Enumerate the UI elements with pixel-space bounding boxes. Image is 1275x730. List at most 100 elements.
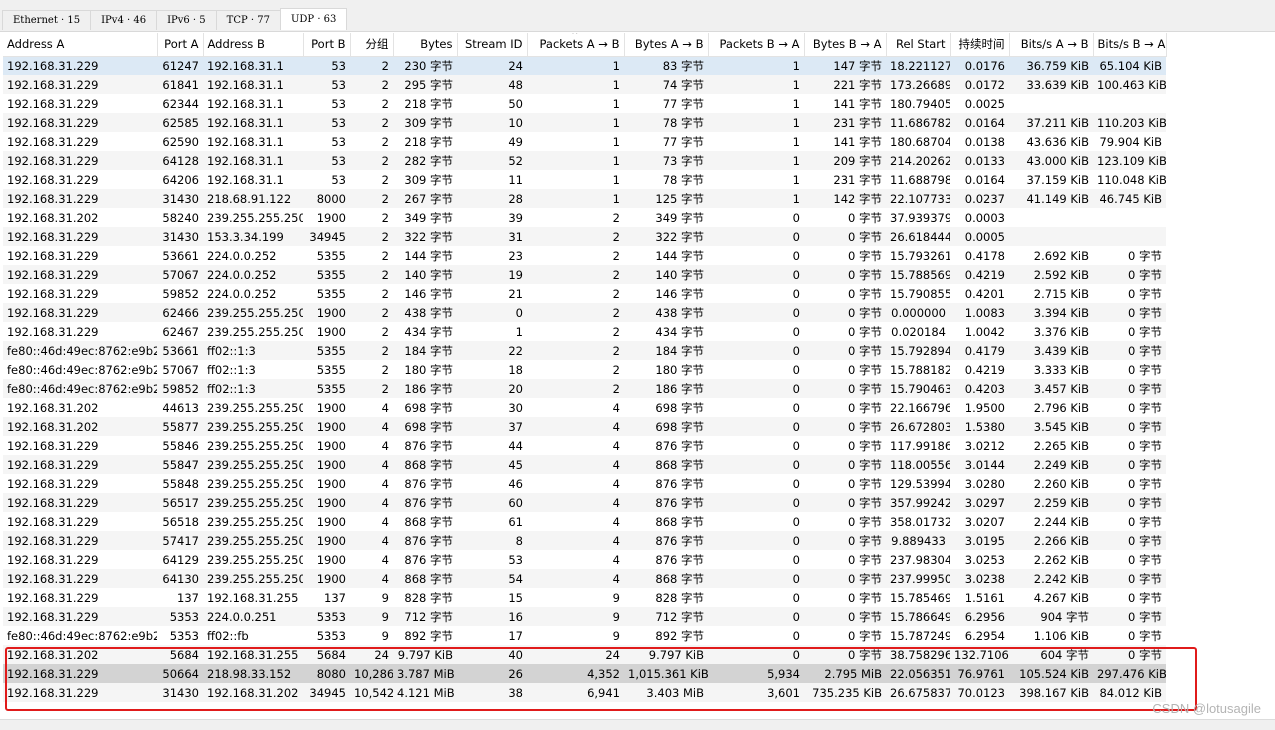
cell-bytes-b-to-a: 0 字节 — [804, 645, 886, 664]
column-header-bytes-a-to-b[interactable]: Bytes A → B — [624, 33, 709, 57]
table-row[interactable]: fe80::46d:49ec:8762:e9b2 53661 ff02::1:3 53… — [3, 341, 1166, 360]
cell-packets-a-to-b: 9 — [527, 607, 624, 626]
table-row[interactable]: 192.168.31.229 55846 239.255.255.250 1900 4 8… — [3, 436, 1166, 455]
table-row[interactable]: 192.168.31.229 64130 239.255.255.250 1900 4 8… — [3, 569, 1166, 588]
table-row[interactable]: 192.168.31.229 31430 192.168.31.202 34945 10… — [3, 683, 1166, 702]
cell-packets: 4 — [350, 493, 393, 512]
table-row[interactable]: 192.168.31.229 137 192.168.31.255 137 9 828 字… — [3, 588, 1166, 607]
tab-ethernet[interactable]: Ethernet · 15 — [2, 10, 92, 30]
table-row[interactable]: 192.168.31.202 58240 239.255.255.250 1900 2 3… — [3, 208, 1166, 227]
column-header-stream-id[interactable]: Stream ID — [457, 33, 528, 57]
cell-rel-start: 118.005563 — [886, 455, 950, 474]
cell-address-b: 192.168.31.255 — [203, 645, 303, 664]
tab-ipv6[interactable]: IPv6 · 5 — [156, 10, 217, 30]
cell-bits-per-sec-a-to-b: 2.265 KiB — [1033, 438, 1089, 453]
column-header-packets-b-to-a[interactable]: Packets B → A — [708, 33, 805, 57]
table-row[interactable]: 192.168.31.229 62467 239.255.255.250 1900 2 4… — [3, 322, 1166, 341]
column-header-label: Bits/s A → B — [1020, 37, 1089, 52]
column-header-duration[interactable]: 持续时间 — [950, 33, 1010, 57]
table-row[interactable]: 192.168.31.202 5684 192.168.31.255 5684 24 9.… — [3, 645, 1166, 664]
table-row[interactable]: fe80::46d:49ec:8762:e9b2 59852 ff02::1:3 53… — [3, 379, 1166, 398]
tab-ipv4[interactable]: IPv4 · 46 — [90, 10, 158, 30]
cell-bytes: 438 字节 — [393, 303, 457, 322]
cell-duration: 132.7106 — [950, 645, 1009, 664]
cell-port-a: 57417 — [157, 531, 203, 550]
tab-tcp[interactable]: TCP · 77 — [215, 10, 281, 30]
column-header-packets-a-to-b[interactable]: Packets A → B ^ — [527, 33, 625, 57]
table-row[interactable]: 192.168.31.229 59852 224.0.0.252 5355 2 146 字… — [3, 284, 1166, 303]
cell-rel-start: 237.983040 — [890, 552, 950, 567]
cell-packets: 2 — [350, 265, 393, 284]
table-row[interactable]: 192.168.31.229 55847 239.255.255.250 1900 4 8… — [3, 455, 1166, 474]
table-row[interactable]: fe80::46d:49ec:8762:e9b2 5353 ff02::fb 5353… — [3, 626, 1166, 645]
table-row[interactable]: 192.168.31.229 61841 192.168.31.1 53 2 295 字节… — [3, 75, 1166, 94]
column-header-label: Bits/s B → A — [1097, 37, 1166, 52]
table-row[interactable]: 192.168.31.229 64206 192.168.31.1 53 2 309 字节… — [3, 170, 1166, 189]
cell-duration: 0.0138 — [964, 134, 1005, 149]
table-row[interactable]: 192.168.31.202 44613 239.255.255.250 1900 4 6… — [3, 398, 1166, 417]
table-row[interactable]: 192.168.31.229 31430 153.3.34.199 34945 2 322… — [3, 227, 1166, 246]
cell-packets-a-to-b: 9 — [612, 590, 620, 605]
cell-address-a: 192.168.31.229 — [3, 607, 157, 626]
cell-port-a: 61247 — [157, 56, 203, 75]
cell-packets-a-to-b: 4 — [527, 531, 624, 550]
table-row[interactable]: 192.168.31.229 50664 218.98.33.152 8080 10,2… — [3, 664, 1166, 683]
table-row[interactable]: 192.168.31.229 61247 192.168.31.1 53 2 230 字节… — [3, 56, 1166, 75]
cell-address-b: 239.255.255.250 — [203, 569, 303, 588]
tab-udp[interactable]: UDP · 63 — [279, 8, 348, 30]
cell-address-a: 192.168.31.229 — [3, 265, 157, 284]
cell-packets-a-to-b: 2 — [612, 248, 620, 263]
cell-bits-per-sec-a-to-b: 41.149 KiB — [1009, 189, 1093, 208]
column-header-packets[interactable]: 分组 — [350, 33, 394, 57]
cell-stream-id: 19 — [457, 265, 527, 284]
table-row[interactable]: 192.168.31.202 55877 239.255.255.250 1900 4 6… — [3, 417, 1166, 436]
cell-packets-b-to-a: 1 — [792, 96, 800, 111]
cell-bytes-b-to-a: 0 字节 — [804, 303, 886, 322]
cell-packets-a-to-b: 1 — [527, 75, 624, 94]
cell-bytes-b-to-a: 141 字节 — [833, 96, 882, 111]
table-row[interactable]: 192.168.31.229 53661 224.0.0.252 5355 2 144 字… — [3, 246, 1166, 265]
table-row[interactable]: 192.168.31.229 64128 192.168.31.1 53 2 282 字节… — [3, 151, 1166, 170]
cell-duration: 3.0195 — [950, 531, 1009, 550]
cell-duration: 0.4178 — [964, 248, 1005, 263]
cell-duration: 1.0042 — [964, 324, 1005, 339]
table-row[interactable]: 192.168.31.229 62585 192.168.31.1 53 2 309 字节… — [3, 113, 1166, 132]
table-row[interactable]: 192.168.31.229 62590 192.168.31.1 53 2 218 字节… — [3, 132, 1166, 151]
cell-address-b: 192.168.31.1 — [207, 134, 284, 149]
table-row[interactable]: 192.168.31.229 57417 239.255.255.250 1900 4 8… — [3, 531, 1166, 550]
column-header-address-b[interactable]: Address B — [203, 33, 304, 57]
cell-bits-per-sec-a-to-b: 398.167 KiB — [1009, 683, 1093, 702]
table-row[interactable]: 192.168.31.229 5353 224.0.0.251 5353 9 712 字节… — [3, 607, 1166, 626]
cell-bits-per-sec-a-to-b: 3.545 KiB — [1009, 417, 1093, 436]
column-header-bytes[interactable]: Bytes — [393, 33, 458, 57]
column-header-bits-per-sec-a-to-b[interactable]: Bits/s A → B — [1009, 33, 1094, 57]
column-header-bytes-b-to-a[interactable]: Bytes B → A — [804, 33, 887, 57]
cell-port-b: 5353 — [303, 607, 350, 626]
column-header-bits-per-sec-b-to-a[interactable]: Bits/s B → A — [1093, 33, 1167, 57]
cell-bits-per-sec-a-to-b: 36.759 KiB — [1009, 56, 1093, 75]
cell-address-b: 239.255.255.250 — [207, 210, 303, 225]
table-row[interactable]: 192.168.31.229 55848 239.255.255.250 1900 4 8… — [3, 474, 1166, 493]
table-row[interactable]: fe80::46d:49ec:8762:e9b2 57067 ff02::1:3 53… — [3, 360, 1166, 379]
cell-packets-a-to-b: 2 — [527, 303, 624, 322]
cell-bytes: 186 字节 — [393, 379, 457, 398]
table-row[interactable]: 192.168.31.229 62466 239.255.255.250 1900 2 4… — [3, 303, 1166, 322]
table-row[interactable]: 192.168.31.229 64129 239.255.255.250 1900 4 8… — [3, 550, 1166, 569]
column-header-port-b[interactable]: Port B — [303, 33, 351, 57]
column-header-port-a[interactable]: Port A — [157, 33, 204, 57]
column-header-address-a[interactable]: Address A — [3, 33, 158, 57]
table-row[interactable]: 192.168.31.229 62344 192.168.31.1 53 2 218 字节… — [3, 94, 1166, 113]
conversations-table-container[interactable]: Address A Port A Address B Port B 分组 Bytes Str… — [3, 33, 1167, 702]
table-row[interactable]: 192.168.31.229 56517 239.255.255.250 1900 4 8… — [3, 493, 1166, 512]
cell-rel-start: 173.266899 — [886, 75, 950, 94]
cell-bytes: 322 字节 — [393, 227, 457, 246]
table-row[interactable]: 192.168.31.229 56518 239.255.255.250 1900 4 8… — [3, 512, 1166, 531]
table-row[interactable]: 192.168.31.229 57067 224.0.0.252 5355 2 140 字… — [3, 265, 1166, 284]
cell-packets: 24 — [350, 645, 393, 664]
column-header-rel-start[interactable]: Rel Start — [886, 33, 951, 57]
cell-duration: 1.9500 — [964, 400, 1005, 415]
cell-packets: 4 — [350, 417, 393, 436]
table-row[interactable]: 192.168.31.229 31430 218.68.91.122 8000 2 267… — [3, 189, 1166, 208]
cell-rel-start: 22.056351 — [886, 664, 950, 683]
cell-stream-id: 28 — [457, 189, 527, 208]
